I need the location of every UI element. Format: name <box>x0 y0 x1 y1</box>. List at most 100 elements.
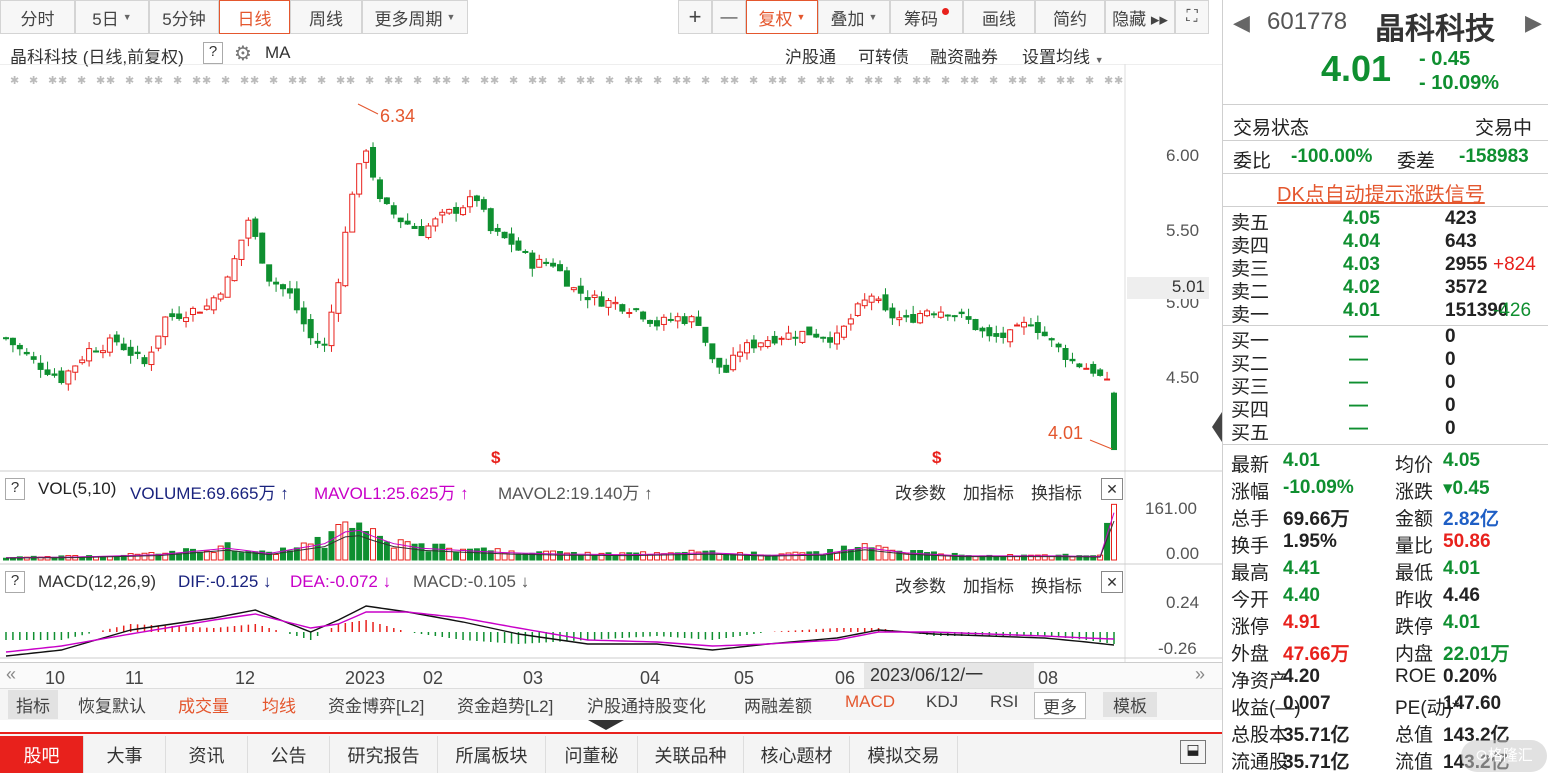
indicator-kdj[interactable]: KDJ <box>926 692 958 712</box>
fullscreen-button[interactable]: ⛶ <box>1175 0 1209 34</box>
help-icon[interactable]: ? <box>5 571 25 593</box>
next-stock-icon[interactable]: ▶ <box>1525 10 1542 36</box>
macd-add-indicator[interactable]: 加指标 <box>963 572 1014 597</box>
event-marker-icon[interactable]: ✱ <box>461 75 470 87</box>
event-marker-icon[interactable]: ✱ <box>240 75 249 87</box>
event-marker-icon[interactable]: ✱ <box>720 75 729 87</box>
simple-button[interactable]: 简约 <box>1035 0 1105 34</box>
event-marker-icon[interactable]: ✱ <box>336 75 345 87</box>
draw-button[interactable]: 画线 <box>963 0 1035 34</box>
vol-edit-params[interactable]: 改参数 <box>895 479 946 504</box>
event-marker-icon[interactable]: ✱ <box>778 75 787 87</box>
event-marker-icon[interactable]: ✱ <box>48 75 57 87</box>
event-marker-icon[interactable]: ✱ <box>682 75 691 87</box>
event-marker-icon[interactable]: ✱ <box>125 75 134 87</box>
indicator-fund-game[interactable]: 资金博弈[L2] <box>328 692 424 717</box>
event-marker-icon[interactable]: ✱ <box>96 75 105 87</box>
chips-button[interactable]: 筹码 <box>890 0 963 34</box>
indicator-template[interactable]: 模板 <box>1103 692 1157 717</box>
close-icon[interactable]: ✕ <box>1101 478 1123 500</box>
scroll-right-icon[interactable]: » <box>1195 664 1205 685</box>
event-marker-icon[interactable]: ✱ <box>288 75 297 87</box>
event-marker-icon[interactable]: ✱ <box>173 75 182 87</box>
panel-toggle-icon[interactable]: ⬓ <box>1180 740 1206 764</box>
tab-5min[interactable]: 5分钟 <box>149 0 219 34</box>
help-icon[interactable]: ? <box>203 42 223 64</box>
zoom-in-button[interactable]: + <box>678 0 712 34</box>
event-marker-icon[interactable]: ✱ <box>864 75 873 87</box>
event-marker-icon[interactable]: ✱ <box>845 75 854 87</box>
event-marker-icon[interactable]: ✱ <box>1114 75 1123 87</box>
help-icon[interactable]: ? <box>5 478 25 500</box>
tab-5day[interactable]: 5日 ▼ <box>75 0 149 34</box>
event-marker-icon[interactable]: ✱ <box>941 75 950 87</box>
event-marker-icon[interactable]: ✱ <box>653 75 662 87</box>
bottom-tab-guba[interactable]: 股吧 <box>0 736 84 773</box>
tab-weekly[interactable]: 周线 <box>290 0 362 34</box>
event-marker-icon[interactable]: ✱ <box>346 75 355 87</box>
bottom-tab-themes[interactable]: 核心题材 <box>744 736 850 773</box>
event-marker-icon[interactable]: ✱ <box>77 75 86 87</box>
event-marker-icon[interactable]: ✱ <box>672 75 681 87</box>
event-marker-icon[interactable]: ✱ <box>442 75 451 87</box>
event-marker-icon[interactable]: ✱ <box>893 75 902 87</box>
event-marker-icon[interactable]: ✱ <box>749 75 758 87</box>
collapse-handle-icon[interactable] <box>588 720 624 730</box>
event-marker-icon[interactable]: ✱ <box>269 75 278 87</box>
event-marker-icon[interactable]: ✱ <box>250 75 259 87</box>
prev-stock-icon[interactable]: ◀ <box>1233 10 1250 36</box>
event-marker-icon[interactable]: ✱ <box>480 75 489 87</box>
indicator-hgt-holding[interactable]: 沪股通持股变化 <box>587 692 706 717</box>
overlay-button[interactable]: 叠加 ▼ <box>818 0 890 34</box>
event-marker-icon[interactable]: ✱ <box>394 75 403 87</box>
event-marker-icon[interactable]: ✱ <box>432 75 441 87</box>
event-marker-icon[interactable]: ✱ <box>960 75 969 87</box>
event-marker-icon[interactable]: ✱ <box>413 75 422 87</box>
indicator-macd[interactable]: MACD <box>845 692 895 712</box>
indicator-tab[interactable]: 指标 <box>8 690 58 719</box>
event-marker-icon[interactable]: ✱ <box>624 75 633 87</box>
indicator-rsi[interactable]: RSI <box>990 692 1018 712</box>
indicator-fund-trend[interactable]: 资金趋势[L2] <box>457 692 553 717</box>
event-marker-icon[interactable]: ✱ <box>490 75 499 87</box>
indicator-margin-diff[interactable]: 两融差额 <box>744 692 812 717</box>
zoom-out-button[interactable]: — <box>712 0 746 34</box>
gear-icon[interactable]: ⚙ <box>234 41 252 66</box>
event-marker-icon[interactable]: ✱ <box>221 75 230 87</box>
fuquan-button[interactable]: 复权 ▼ <box>746 0 818 34</box>
event-marker-icon[interactable]: ✱ <box>768 75 777 87</box>
indicator-more[interactable]: 更多 <box>1034 692 1086 719</box>
event-marker-icon[interactable]: ✱ <box>989 75 998 87</box>
event-marker-icon[interactable]: ✱ <box>922 75 931 87</box>
event-marker-icon[interactable]: ✱ <box>874 75 883 87</box>
event-marker-icon[interactable]: ✱ <box>106 75 115 87</box>
event-marker-icon[interactable]: ✱ <box>298 75 307 87</box>
event-marker-icon[interactable]: ✱ <box>816 75 825 87</box>
event-marker-icon[interactable]: ✱ <box>538 75 547 87</box>
macd-edit-params[interactable]: 改参数 <box>895 572 946 597</box>
vol-switch-indicator[interactable]: 换指标 <box>1031 479 1082 504</box>
bottom-tab-related[interactable]: 关联品种 <box>638 736 744 773</box>
hide-button[interactable]: 隐藏 ▸▸ <box>1105 0 1175 34</box>
event-marker-icon[interactable]: ✱ <box>586 75 595 87</box>
event-marker-icon[interactable]: ✱ <box>384 75 393 87</box>
event-marker-icon[interactable]: ✱ <box>970 75 979 87</box>
bottom-tab-qa[interactable]: 问董秘 <box>546 736 638 773</box>
bottom-tab-events[interactable]: 大事 <box>84 736 166 773</box>
event-marker-icon[interactable]: ✱ <box>29 75 38 87</box>
event-marker-icon[interactable]: ✱ <box>605 75 614 87</box>
event-marker-icon[interactable]: ✱ <box>1018 75 1027 87</box>
scroll-left-icon[interactable]: « <box>6 664 16 685</box>
event-marker-icon[interactable]: ✱ <box>144 75 153 87</box>
tab-daily[interactable]: 日线 <box>219 0 290 34</box>
vol-add-indicator[interactable]: 加指标 <box>963 479 1014 504</box>
indicator-reset[interactable]: 恢复默认 <box>78 692 146 717</box>
event-marker-icon[interactable]: ✱ <box>1104 75 1113 87</box>
event-marker-icon[interactable]: ✱ <box>1066 75 1075 87</box>
event-marker-icon[interactable]: ✱ <box>1085 75 1094 87</box>
s-marker[interactable]: $ <box>932 448 941 468</box>
event-marker-icon[interactable]: ✱ <box>58 75 67 87</box>
indicator-ma[interactable]: 均线 <box>262 692 296 717</box>
s-marker[interactable]: $ <box>491 448 500 468</box>
indicator-volume[interactable]: 成交量 <box>178 692 229 717</box>
